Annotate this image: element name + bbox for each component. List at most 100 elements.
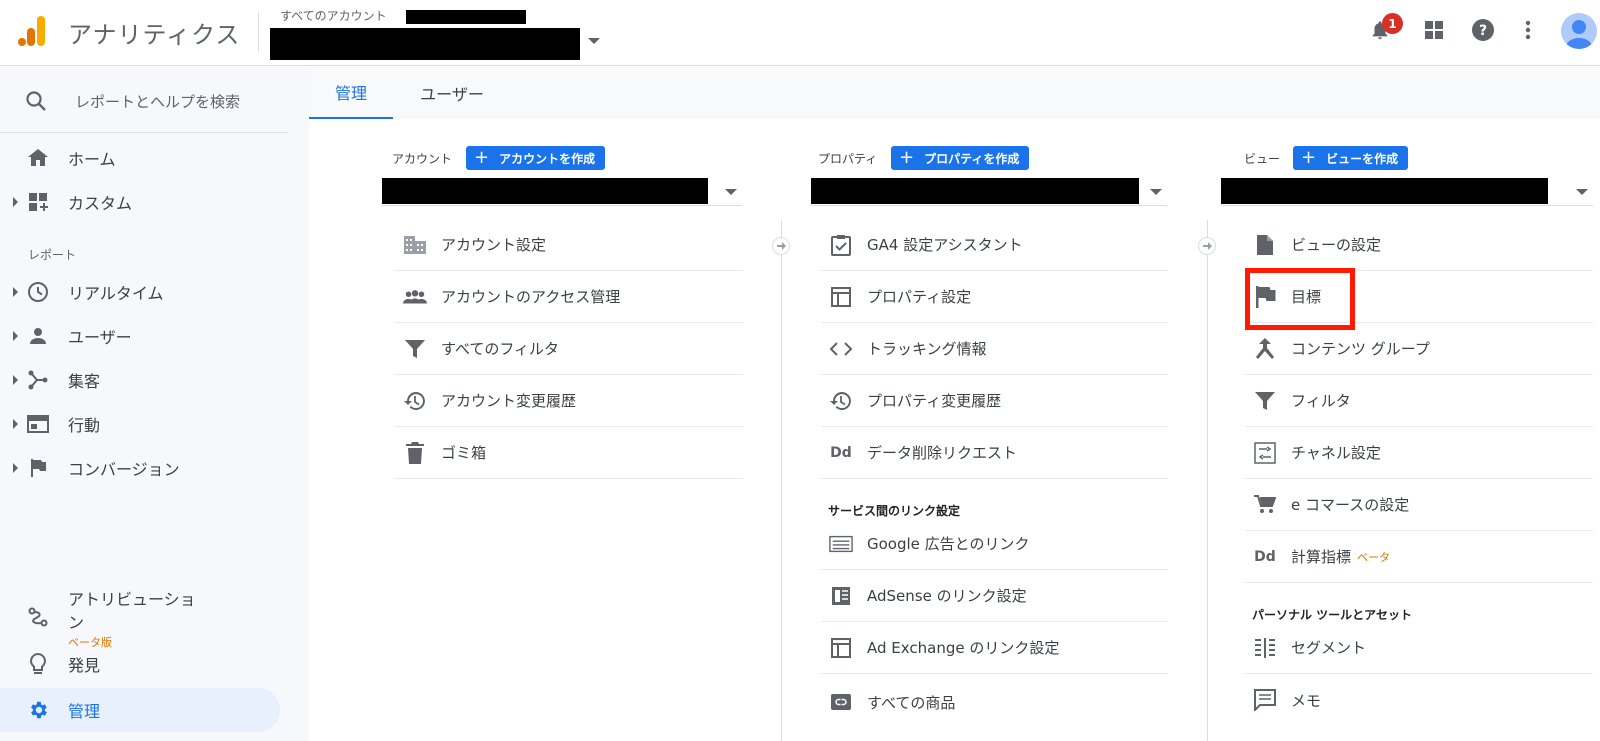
sidebar-item-acquisition[interactable]: 集客 bbox=[0, 360, 280, 400]
trash-item[interactable]: ゴミ箱 bbox=[395, 427, 743, 479]
sidebar-label: リアルタイム bbox=[68, 284, 164, 303]
ecommerce-settings-item[interactable]: e コマースの設定 bbox=[1245, 479, 1593, 531]
item-label: AdSense のリンク設定 bbox=[867, 587, 1027, 605]
sidebar-item-conversion[interactable]: コンバージョン bbox=[0, 448, 280, 488]
search-bar[interactable]: レポートとヘルプを検索 bbox=[0, 67, 288, 133]
ads-icon bbox=[829, 532, 853, 556]
create-account-label: アカウントを作成 bbox=[499, 151, 596, 166]
comment-icon bbox=[1253, 688, 1277, 712]
attribution-icon bbox=[26, 605, 50, 629]
svg-text:?: ? bbox=[1479, 23, 1487, 39]
analytics-logo[interactable] bbox=[17, 14, 47, 48]
create-property-button[interactable]: + プロパティを作成 bbox=[891, 146, 1030, 170]
content-group-item[interactable]: コンテンツ グループ bbox=[1245, 323, 1593, 375]
create-property-label: プロパティを作成 bbox=[924, 151, 1020, 166]
notification-badge: 1 bbox=[1382, 13, 1403, 34]
property-settings-item[interactable]: プロパティ設定 bbox=[821, 271, 1168, 323]
code-icon bbox=[829, 337, 853, 361]
calculated-metrics-item[interactable]: Dd 計算指標 ベータ bbox=[1245, 531, 1593, 583]
item-label: コンテンツ グループ bbox=[1291, 340, 1430, 358]
adsense-link-item[interactable]: AdSense のリンク設定 bbox=[821, 570, 1168, 622]
account-col-label: アカウント bbox=[392, 152, 453, 166]
avatar[interactable] bbox=[1561, 13, 1597, 49]
reports-section-label: レポート bbox=[28, 248, 77, 262]
property-select-caret[interactable] bbox=[1150, 189, 1162, 195]
redacted-account-selector[interactable] bbox=[382, 178, 708, 204]
account-filters-item[interactable]: すべてのフィルタ bbox=[395, 323, 743, 375]
segments-item[interactable]: セグメント bbox=[1245, 622, 1593, 674]
sidebar-item-custom[interactable]: カスタム bbox=[0, 182, 280, 222]
channel-icon bbox=[1253, 441, 1277, 465]
item-label: e コマースの設定 bbox=[1291, 496, 1410, 514]
cart-icon bbox=[1253, 493, 1277, 517]
create-view-button[interactable]: + ビューを作成 bbox=[1293, 146, 1409, 170]
view-select-caret[interactable] bbox=[1576, 189, 1588, 195]
sidebar: レポートとヘルプを検索 ホーム カスタム レポート リアルタイム ユーザー 集客… bbox=[0, 67, 309, 741]
all-products-item[interactable]: すべての商品 bbox=[821, 676, 1168, 728]
account-select-underline bbox=[382, 205, 742, 206]
history-icon bbox=[403, 389, 427, 413]
redacted-property-select[interactable] bbox=[811, 178, 1139, 204]
item-label: アカウントのアクセス管理 bbox=[441, 288, 621, 306]
plus-icon: + bbox=[899, 147, 915, 168]
google-ads-link-item[interactable]: Google 広告とのリンク bbox=[821, 518, 1168, 570]
flag-icon bbox=[26, 456, 50, 480]
create-account-button[interactable]: + アカウントを作成 bbox=[466, 146, 606, 170]
sidebar-item-behavior[interactable]: 行動 bbox=[0, 404, 280, 444]
tracking-info-item[interactable]: トラッキング情報 bbox=[821, 323, 1168, 375]
ga4-setup-item[interactable]: GA4 設定アシスタント bbox=[821, 219, 1168, 271]
layout-icon bbox=[829, 636, 853, 660]
sidebar-item-home[interactable]: ホーム bbox=[0, 138, 280, 178]
apps-grid-icon[interactable] bbox=[1418, 14, 1450, 46]
sidebar-item-admin[interactable]: 管理 bbox=[0, 688, 280, 732]
trash-icon bbox=[403, 441, 427, 465]
view-settings-item[interactable]: ビューの設定 bbox=[1245, 219, 1593, 271]
sidebar-label: コンバージョン bbox=[68, 460, 180, 479]
item-label: データ削除リクエスト bbox=[867, 444, 1018, 462]
property-history-item[interactable]: プロパティ変更履歴 bbox=[821, 375, 1168, 427]
sidebar-label: ホーム bbox=[68, 150, 116, 169]
sidebar-item-users[interactable]: ユーザー bbox=[0, 316, 280, 356]
tab-user[interactable]: ユーザー bbox=[397, 67, 507, 119]
account-label: すべてのアカウント bbox=[280, 9, 387, 23]
link-section-heading: サービス間のリンク設定 bbox=[828, 504, 961, 518]
tab-admin[interactable]: 管理 bbox=[309, 67, 393, 119]
item-label: すべての商品 bbox=[867, 693, 956, 712]
app-title: アナリティクス bbox=[68, 21, 241, 49]
data-deletion-item[interactable]: Dd データ削除リクエスト bbox=[821, 427, 1168, 479]
column-separator bbox=[781, 220, 782, 741]
plus-icon: + bbox=[474, 147, 490, 168]
sidebar-label: 管理 bbox=[68, 702, 101, 721]
arrow-right-icon bbox=[1198, 237, 1216, 255]
sidebar-label-attribution[interactable]: アトリビューション bbox=[68, 588, 208, 634]
help-icon[interactable]: ? bbox=[1467, 14, 1499, 46]
column-separator bbox=[1207, 220, 1208, 741]
account-history-item[interactable]: アカウント変更履歴 bbox=[395, 375, 743, 427]
more-vert-icon[interactable] bbox=[1512, 14, 1544, 46]
redacted-view-select[interactable] bbox=[1221, 178, 1548, 204]
dashboard-icon bbox=[26, 190, 50, 214]
people-icon bbox=[403, 285, 427, 309]
beta-badge: ベータ bbox=[1357, 550, 1391, 564]
dd-icon: Dd bbox=[830, 444, 852, 461]
ad-exchange-link-item[interactable]: Ad Exchange のリンク設定 bbox=[821, 622, 1168, 674]
account-select-caret[interactable] bbox=[725, 189, 737, 195]
clipboard-check-icon bbox=[829, 233, 853, 257]
account-settings-item[interactable]: アカウント設定 bbox=[395, 219, 743, 271]
sidebar-item-discover[interactable]: 発見 bbox=[0, 644, 280, 684]
sidebar-item-realtime[interactable]: リアルタイム bbox=[0, 272, 280, 312]
building-icon bbox=[403, 233, 427, 257]
redacted-property-selector[interactable] bbox=[270, 28, 580, 60]
channel-settings-item[interactable]: チャネル設定 bbox=[1245, 427, 1593, 479]
search-placeholder: レポートとヘルプを検索 bbox=[75, 93, 241, 111]
item-label: Google 広告とのリンク bbox=[867, 535, 1030, 553]
segment-icon bbox=[1253, 636, 1277, 660]
notes-item[interactable]: メモ bbox=[1245, 674, 1593, 726]
account-access-item[interactable]: アカウントのアクセス管理 bbox=[395, 271, 743, 323]
item-label: セグメント bbox=[1291, 639, 1367, 657]
history-icon bbox=[829, 389, 853, 413]
view-filters-item[interactable]: フィルタ bbox=[1245, 375, 1593, 427]
item-label: チャネル設定 bbox=[1291, 444, 1381, 462]
item-label: GA4 設定アシスタント bbox=[867, 236, 1023, 254]
account-dropdown-caret[interactable] bbox=[588, 38, 600, 44]
